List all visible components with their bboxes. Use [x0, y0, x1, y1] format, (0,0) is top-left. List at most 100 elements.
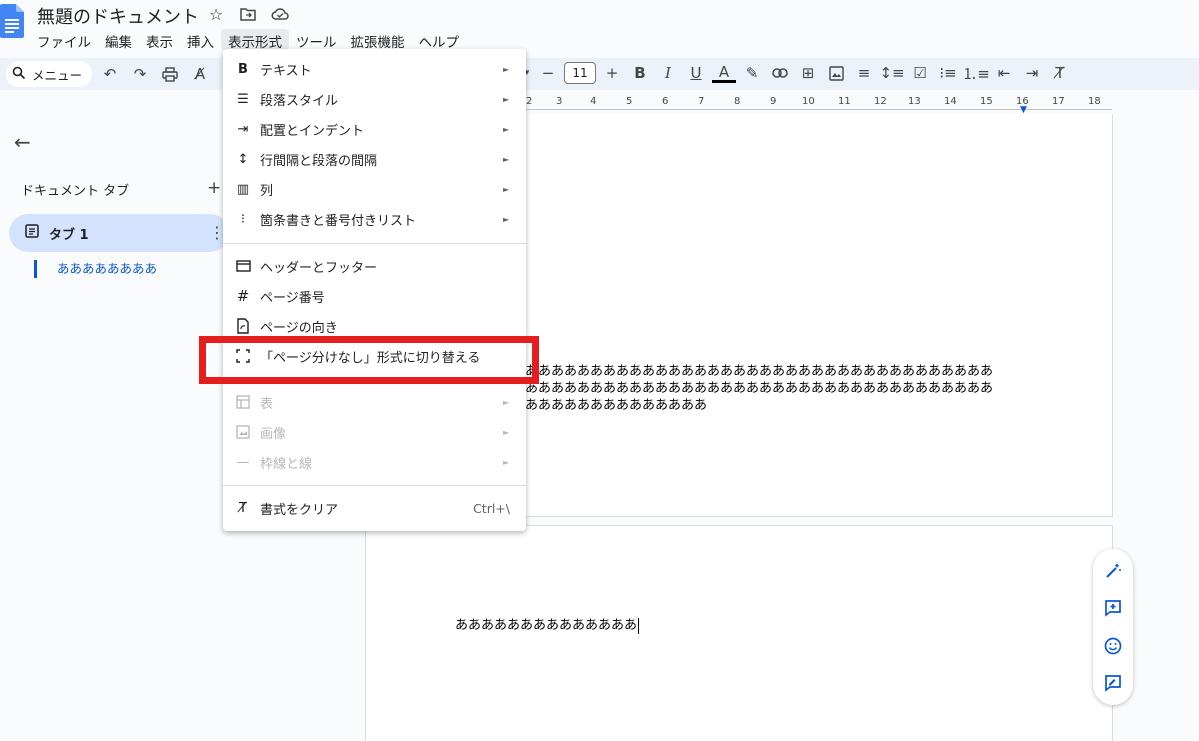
- menu-item-label: 枠線と線: [260, 456, 313, 472]
- list-icon: ⁝: [240, 211, 246, 227]
- submenu-arrow-icon: ►: [503, 124, 510, 134]
- line-spacing-icon[interactable]: ↕≡: [879, 61, 904, 85]
- page-2-body-text[interactable]: ああああああああああああああ: [455, 614, 640, 634]
- menu-item-align-indent[interactable]: ⇥ 配置とインデント ►: [223, 114, 526, 144]
- add-comment-float-icon[interactable]: [1101, 596, 1125, 620]
- menu-format[interactable]: 表示形式: [221, 29, 289, 51]
- move-folder-icon[interactable]: [238, 4, 258, 24]
- paragraph-style-icon: ☰: [237, 91, 249, 107]
- numbered-list-icon[interactable]: ⒈≡: [962, 61, 990, 85]
- menu-extensions[interactable]: 拡張機能: [344, 29, 412, 51]
- menu-item-label: 箇条書きと番号付きリスト: [260, 213, 417, 229]
- document-tabs-heading: ドキュメント タブ: [21, 184, 130, 199]
- menu-search-label: メニュー: [32, 67, 83, 83]
- insert-link-icon[interactable]: [768, 61, 792, 85]
- menu-item-lists[interactable]: ⁝ 箇条書きと番号付きリスト ►: [223, 204, 526, 234]
- hash-icon: #: [236, 287, 250, 305]
- undo-icon[interactable]: ↶: [98, 62, 122, 86]
- highlight-color-icon[interactable]: ✎: [740, 61, 764, 85]
- ruler-tick: 12: [874, 96, 887, 107]
- add-comment-icon[interactable]: ⊞: [796, 61, 820, 85]
- menu-tools[interactable]: ツール: [289, 29, 344, 51]
- menu-search[interactable]: メニュー: [6, 61, 93, 87]
- font-size-input[interactable]: 11: [564, 62, 596, 84]
- ruler-tick: 14: [944, 96, 957, 107]
- bold-icon[interactable]: B: [628, 61, 652, 85]
- menu-item-label: ページの向き: [260, 320, 338, 336]
- format-menu-dropdown: B テキスト ► ☰ 段落スタイル ► ⇥ 配置とインデント ► ↕ 行間隔と段…: [223, 49, 526, 531]
- menu-item-label: ヘッダーとフッター: [260, 260, 378, 276]
- menu-edit[interactable]: 編集: [98, 29, 139, 51]
- menu-item-label: 段落スタイル: [260, 93, 339, 109]
- redo-icon[interactable]: ↷: [128, 62, 152, 86]
- italic-icon[interactable]: I: [656, 61, 680, 85]
- menu-item-line-spacing[interactable]: ↕ 行間隔と段落の間隔 ►: [223, 144, 526, 174]
- increase-indent-icon[interactable]: ⇥: [1020, 61, 1044, 85]
- menu-item-paragraph-style[interactable]: ☰ 段落スタイル ►: [223, 84, 526, 114]
- cloud-status-icon[interactable]: [270, 4, 290, 24]
- menu-item-clear-formatting[interactable]: T̸ 書式をクリア Ctrl+\: [223, 493, 526, 523]
- ruler-tick: 3: [556, 96, 563, 107]
- line-spacing-icon: ↕: [237, 151, 249, 167]
- ruler-tick: 7: [698, 96, 705, 107]
- clear-format-icon: T̸: [239, 500, 247, 516]
- menu-item-table: 表 ►: [223, 387, 526, 417]
- menu-view[interactable]: 表示: [139, 29, 180, 51]
- menu-item-label: 表: [260, 396, 274, 412]
- search-icon: [12, 66, 26, 83]
- add-tab-icon[interactable]: +: [207, 178, 221, 198]
- ruler-tick: 18: [1088, 96, 1101, 107]
- submenu-arrow-icon: ►: [503, 154, 510, 164]
- outline-item[interactable]: ああああああああ: [34, 260, 157, 278]
- side-float-toolbar: [1093, 549, 1133, 705]
- page-1-body-text[interactable]: ああああああああああああああああああああああああああああああああああああ あああ…: [525, 363, 1025, 414]
- text-color-icon[interactable]: A: [712, 63, 736, 83]
- clear-formatting-icon[interactable]: T̸: [1048, 61, 1072, 85]
- submenu-arrow-icon: ►: [503, 64, 510, 74]
- ruler-tick: 6: [662, 96, 669, 107]
- menu-item-text[interactable]: B テキスト ►: [223, 54, 526, 84]
- menu-item-label: 列: [260, 183, 274, 199]
- spellcheck-icon[interactable]: A̸: [188, 62, 212, 86]
- tab-label: タブ 1: [49, 227, 89, 243]
- menu-item-shortcut: Ctrl+\: [473, 500, 510, 516]
- submenu-arrow-icon: ►: [503, 214, 510, 224]
- ruler-tick: 8: [734, 96, 741, 107]
- sidebar-tab-1[interactable]: タブ 1 ⋮: [9, 214, 229, 252]
- docs-logo-icon[interactable]: [0, 4, 24, 38]
- underline-icon[interactable]: U: [684, 61, 708, 85]
- menu-item-label: 配置とインデント: [260, 123, 365, 139]
- menu-help[interactable]: ヘルプ: [412, 29, 467, 51]
- ruler-tick: 10: [802, 96, 815, 107]
- ruler: 2 3 4 5 6 7 8 9 10 11 12 13 14 15 16 17 …: [522, 96, 1112, 115]
- menu-item-label: 書式をクリア: [260, 502, 339, 518]
- menu-item-header-footer[interactable]: ヘッダーとフッター: [223, 251, 526, 281]
- image-icon: [234, 423, 252, 441]
- print-icon[interactable]: [158, 62, 182, 86]
- align-icon[interactable]: ≡: [852, 61, 876, 85]
- menu-file[interactable]: ファイル: [30, 29, 98, 51]
- menu-item-columns[interactable]: ▥ 列 ►: [223, 174, 526, 204]
- menu-insert[interactable]: 挿入: [180, 29, 221, 51]
- insert-image-icon[interactable]: [824, 61, 848, 85]
- menu-separator: [223, 485, 526, 486]
- decrease-indent-icon[interactable]: ⇤: [992, 61, 1016, 85]
- page-2-text: ああああああああああああああ: [455, 618, 638, 633]
- ruler-tick: 15: [980, 96, 993, 107]
- font-size-decrease-icon[interactable]: −: [536, 61, 560, 85]
- font-size-increase-icon[interactable]: +: [600, 61, 624, 85]
- document-title[interactable]: 無題のドキュメント: [37, 3, 199, 29]
- checklist-icon[interactable]: ☑: [908, 61, 932, 85]
- suggest-edits-icon[interactable]: [1101, 671, 1125, 695]
- help-me-write-icon[interactable]: [1101, 559, 1125, 583]
- menu-item-page-numbers[interactable]: # ページ番号: [223, 281, 526, 311]
- menu-item-label: ページ番号: [260, 290, 325, 306]
- submenu-arrow-icon: ►: [503, 94, 510, 104]
- menu-bar: ファイル 編集 表示 挿入 表示形式 ツール 拡張機能 ヘルプ: [30, 29, 467, 51]
- toolbar-left: メニュー ↶ ↷ A̸: [6, 61, 212, 87]
- star-icon[interactable]: ☆: [206, 4, 226, 24]
- back-arrow-icon[interactable]: ←: [14, 130, 31, 154]
- ruler-tick: 5: [626, 96, 633, 107]
- emoji-reaction-icon[interactable]: [1101, 634, 1125, 658]
- bulleted-list-icon[interactable]: ⁝≡: [936, 61, 960, 85]
